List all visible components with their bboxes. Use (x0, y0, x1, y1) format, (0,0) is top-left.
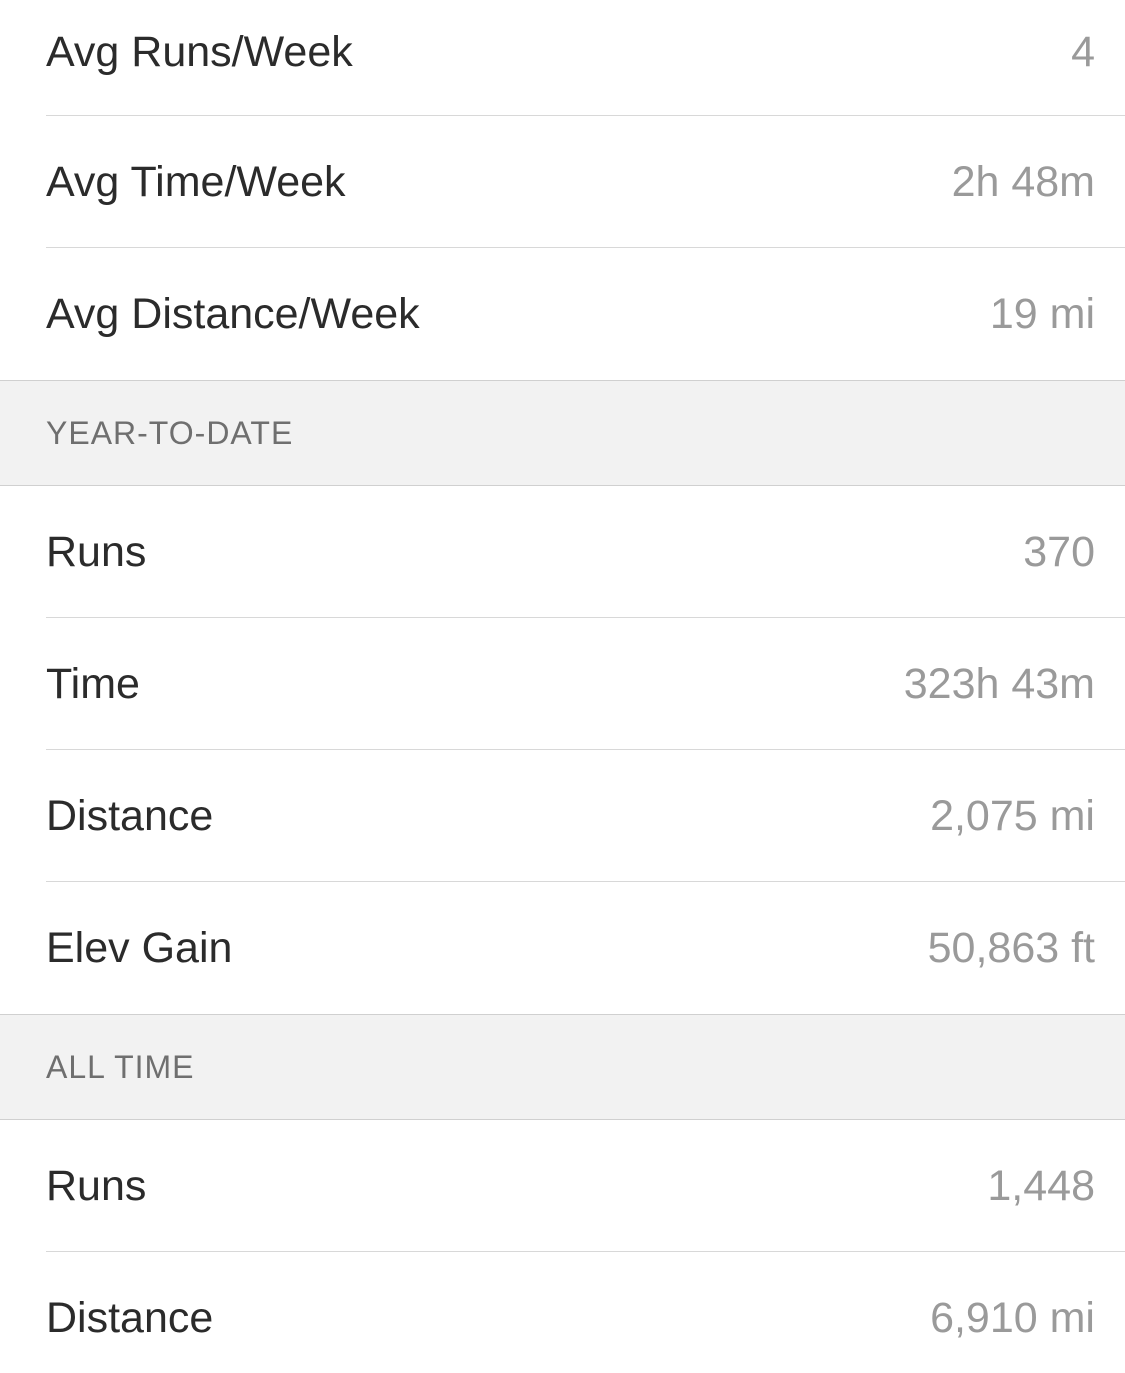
stat-row-all-time-distance: Distance 6,910 mi (0, 1252, 1125, 1373)
section-header-year-to-date: YEAR-TO-DATE (0, 380, 1125, 486)
stat-value: 2h 48m (951, 157, 1095, 206)
stat-row-ytd-runs: Runs 370 (0, 486, 1125, 618)
stat-label: Distance (46, 791, 214, 840)
section-title: ALL TIME (46, 1048, 195, 1085)
stat-label: Avg Runs/Week (46, 28, 353, 76)
stats-screen: Avg Runs/Week 4 Avg Time/Week 2h 48m Avg… (0, 0, 1125, 1373)
stat-value: 50,863 ft (927, 923, 1095, 972)
stat-label: Avg Time/Week (46, 157, 346, 206)
stat-row-ytd-time: Time 323h 43m (0, 618, 1125, 750)
stat-row-avg-time-week: Avg Time/Week 2h 48m (0, 116, 1125, 248)
stat-label: Runs (46, 527, 147, 576)
stat-label: Elev Gain (46, 923, 233, 972)
stat-value: 323h 43m (903, 659, 1095, 708)
stat-value: 4 (1071, 28, 1095, 76)
stat-row-all-time-runs: Runs 1,448 (0, 1120, 1125, 1252)
stat-label: Time (46, 659, 140, 708)
stat-value: 19 mi (989, 289, 1095, 338)
stat-label: Avg Distance/Week (46, 289, 420, 338)
stat-row-avg-runs-week: Avg Runs/Week 4 (0, 0, 1125, 116)
stat-row-ytd-distance: Distance 2,075 mi (0, 750, 1125, 882)
stat-value: 1,448 (987, 1161, 1095, 1210)
stat-value: 2,075 mi (930, 791, 1095, 840)
stat-value: 6,910 mi (930, 1293, 1095, 1342)
section-header-all-time: ALL TIME (0, 1014, 1125, 1120)
stat-row-ytd-elev-gain: Elev Gain 50,863 ft (0, 882, 1125, 1014)
section-title: YEAR-TO-DATE (46, 414, 294, 451)
stat-row-avg-distance-week: Avg Distance/Week 19 mi (0, 248, 1125, 380)
stat-label: Distance (46, 1293, 214, 1342)
stat-value: 370 (1023, 527, 1095, 576)
stat-label: Runs (46, 1161, 147, 1210)
